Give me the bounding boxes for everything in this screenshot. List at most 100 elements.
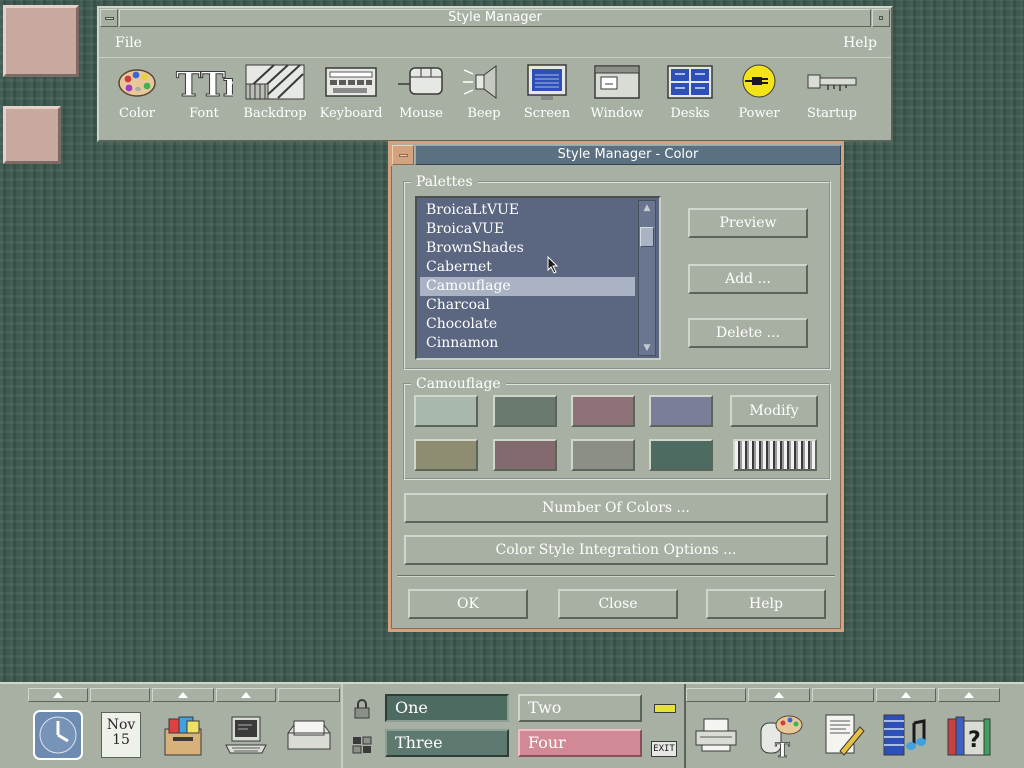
occupied-workspaces-icon[interactable]	[351, 734, 373, 756]
subpanel-arrow-files[interactable]	[152, 688, 214, 702]
integration-options-button[interactable]: Color Style Integration Options ...	[404, 535, 828, 565]
subpanel-arrow-terminal[interactable]	[216, 688, 276, 702]
media-button[interactable]	[876, 706, 934, 764]
scroll-up-arrow-icon[interactable]: ▲	[639, 201, 655, 215]
tool-beep-label: Beep	[467, 106, 501, 121]
palette-item[interactable]: Charcoal	[420, 296, 635, 315]
desktop-swatch-bottom	[3, 106, 61, 164]
close-button[interactable]: Close	[558, 589, 678, 619]
palette-item[interactable]: BrownShades	[420, 239, 635, 258]
tool-font-label: Font	[189, 106, 219, 121]
file-menu[interactable]: File	[115, 35, 142, 51]
color-swatch-1[interactable]	[414, 395, 478, 427]
mouse-pointer-icon	[547, 256, 559, 274]
color-swatch-7[interactable]	[571, 439, 635, 471]
color-swatch-3[interactable]	[571, 395, 635, 427]
calendar-icon: Nov 15	[101, 712, 141, 758]
color-swatch-stripes[interactable]	[733, 439, 817, 471]
palette-item[interactable]: Cinnamon	[420, 334, 635, 353]
style-manager-icon: T	[760, 715, 803, 761]
desks-icon	[667, 65, 713, 99]
tool-color[interactable]: Color	[105, 62, 169, 121]
calendar-button[interactable]: Nov 15	[92, 706, 150, 764]
file-manager-icon	[164, 716, 202, 756]
palette-list[interactable]: BroicaLtVUE BroicaVUE BrownShades Cabern…	[415, 196, 661, 360]
color-dialog-titlebar[interactable]: Style Manager - Color	[391, 144, 841, 166]
color-dialog-title: Style Manager - Color	[415, 145, 841, 165]
tool-startup[interactable]: Startup	[795, 62, 869, 121]
style-manager-window: Style Manager File Help Color TTr Font B…	[97, 6, 893, 142]
palette-item[interactable]: BroicaLtVUE	[420, 201, 635, 220]
tool-beep[interactable]: Beep	[455, 62, 513, 121]
svg-text:T: T	[775, 738, 790, 761]
color-swatch-6[interactable]	[493, 439, 557, 471]
workspace-two-button[interactable]: Two	[518, 694, 642, 722]
color-swatch-4[interactable]	[649, 395, 713, 427]
palette-item-selected[interactable]: Camouflage	[420, 277, 635, 296]
help-menu[interactable]: Help	[843, 35, 877, 51]
color-swatch-5[interactable]	[414, 439, 478, 471]
tool-power[interactable]: Power	[727, 62, 791, 121]
power-plug-icon	[742, 64, 776, 98]
terminal-button[interactable]	[217, 706, 275, 764]
style-manager-titlebar[interactable]: Style Manager	[99, 8, 891, 28]
dialog-window-menu-button[interactable]	[392, 145, 414, 165]
exit-button[interactable]: EXIT	[651, 741, 677, 757]
key-icon	[807, 74, 857, 91]
help-button[interactable]: Help	[706, 589, 826, 619]
activity-light-icon	[654, 704, 676, 713]
tool-desks-label: Desks	[670, 106, 710, 121]
workspace-three-button[interactable]: Three	[385, 729, 509, 757]
color-dialog: Style Manager - Color Palettes BroicaLtV…	[388, 141, 844, 632]
dialog-separator	[397, 575, 835, 577]
delete-button[interactable]: Delete ...	[688, 318, 808, 348]
window-menu-button[interactable]	[100, 9, 118, 27]
desktop-swatch-top	[3, 5, 79, 77]
mail-button[interactable]	[280, 706, 338, 764]
color-palette-icon	[118, 69, 156, 97]
palette-scrollbar[interactable]: ▲ ▼	[638, 200, 656, 356]
style-manager-button[interactable]: T	[750, 706, 808, 764]
ok-button[interactable]: OK	[408, 589, 528, 619]
tool-backdrop-label: Backdrop	[243, 106, 307, 121]
help-books-icon: ?	[947, 716, 991, 756]
tool-keyboard-label: Keyboard	[319, 106, 383, 121]
subpanel-arrow-calendar	[90, 688, 150, 702]
subpanel-arrow-clock[interactable]	[28, 688, 88, 702]
tool-desks[interactable]: Desks	[657, 62, 723, 121]
lock-icon[interactable]	[351, 698, 373, 720]
add-button[interactable]: Add ...	[688, 264, 808, 294]
tool-backdrop[interactable]: Backdrop	[239, 62, 311, 121]
palette-item[interactable]: Cabernet	[420, 258, 635, 277]
tool-mouse[interactable]: Mouse	[391, 62, 451, 121]
color-swatch-2[interactable]	[493, 395, 557, 427]
clock-button[interactable]	[29, 706, 87, 764]
file-manager-button[interactable]	[154, 706, 212, 764]
tool-screen-label: Screen	[523, 106, 571, 121]
tool-screen[interactable]: Screen	[517, 62, 577, 121]
text-editor-button[interactable]	[813, 706, 871, 764]
tool-font[interactable]: TTr Font	[173, 62, 235, 122]
number-of-colors-button[interactable]: Number Of Colors ...	[404, 493, 828, 523]
tool-keyboard[interactable]: Keyboard	[315, 62, 387, 121]
scroll-down-arrow-icon[interactable]: ▼	[639, 341, 655, 355]
tool-power-label: Power	[738, 106, 780, 121]
preview-button[interactable]: Preview	[688, 208, 808, 238]
subpanel-arrow-media[interactable]	[876, 688, 936, 702]
subpanel-arrow-style[interactable]	[748, 688, 810, 702]
media-icon	[883, 714, 926, 756]
subpanel-arrow-help[interactable]	[938, 688, 1000, 702]
printer-icon	[695, 718, 737, 752]
color-swatch-8[interactable]	[649, 439, 713, 471]
modify-button[interactable]: Modify	[730, 395, 818, 427]
workspace-four-button[interactable]: Four	[518, 729, 642, 757]
workspace-one-button[interactable]: One	[385, 694, 509, 722]
palette-item[interactable]: BroicaVUE	[420, 220, 635, 239]
help-manager-button[interactable]: ?	[939, 706, 997, 764]
scroll-thumb[interactable]	[640, 227, 654, 247]
palette-item[interactable]: Chocolate	[420, 315, 635, 334]
workspace-switch: One Two Three Four EXIT	[341, 684, 686, 768]
printer-button[interactable]	[687, 706, 745, 764]
tool-window[interactable]: Window	[581, 62, 653, 121]
minimize-button[interactable]	[872, 9, 890, 27]
